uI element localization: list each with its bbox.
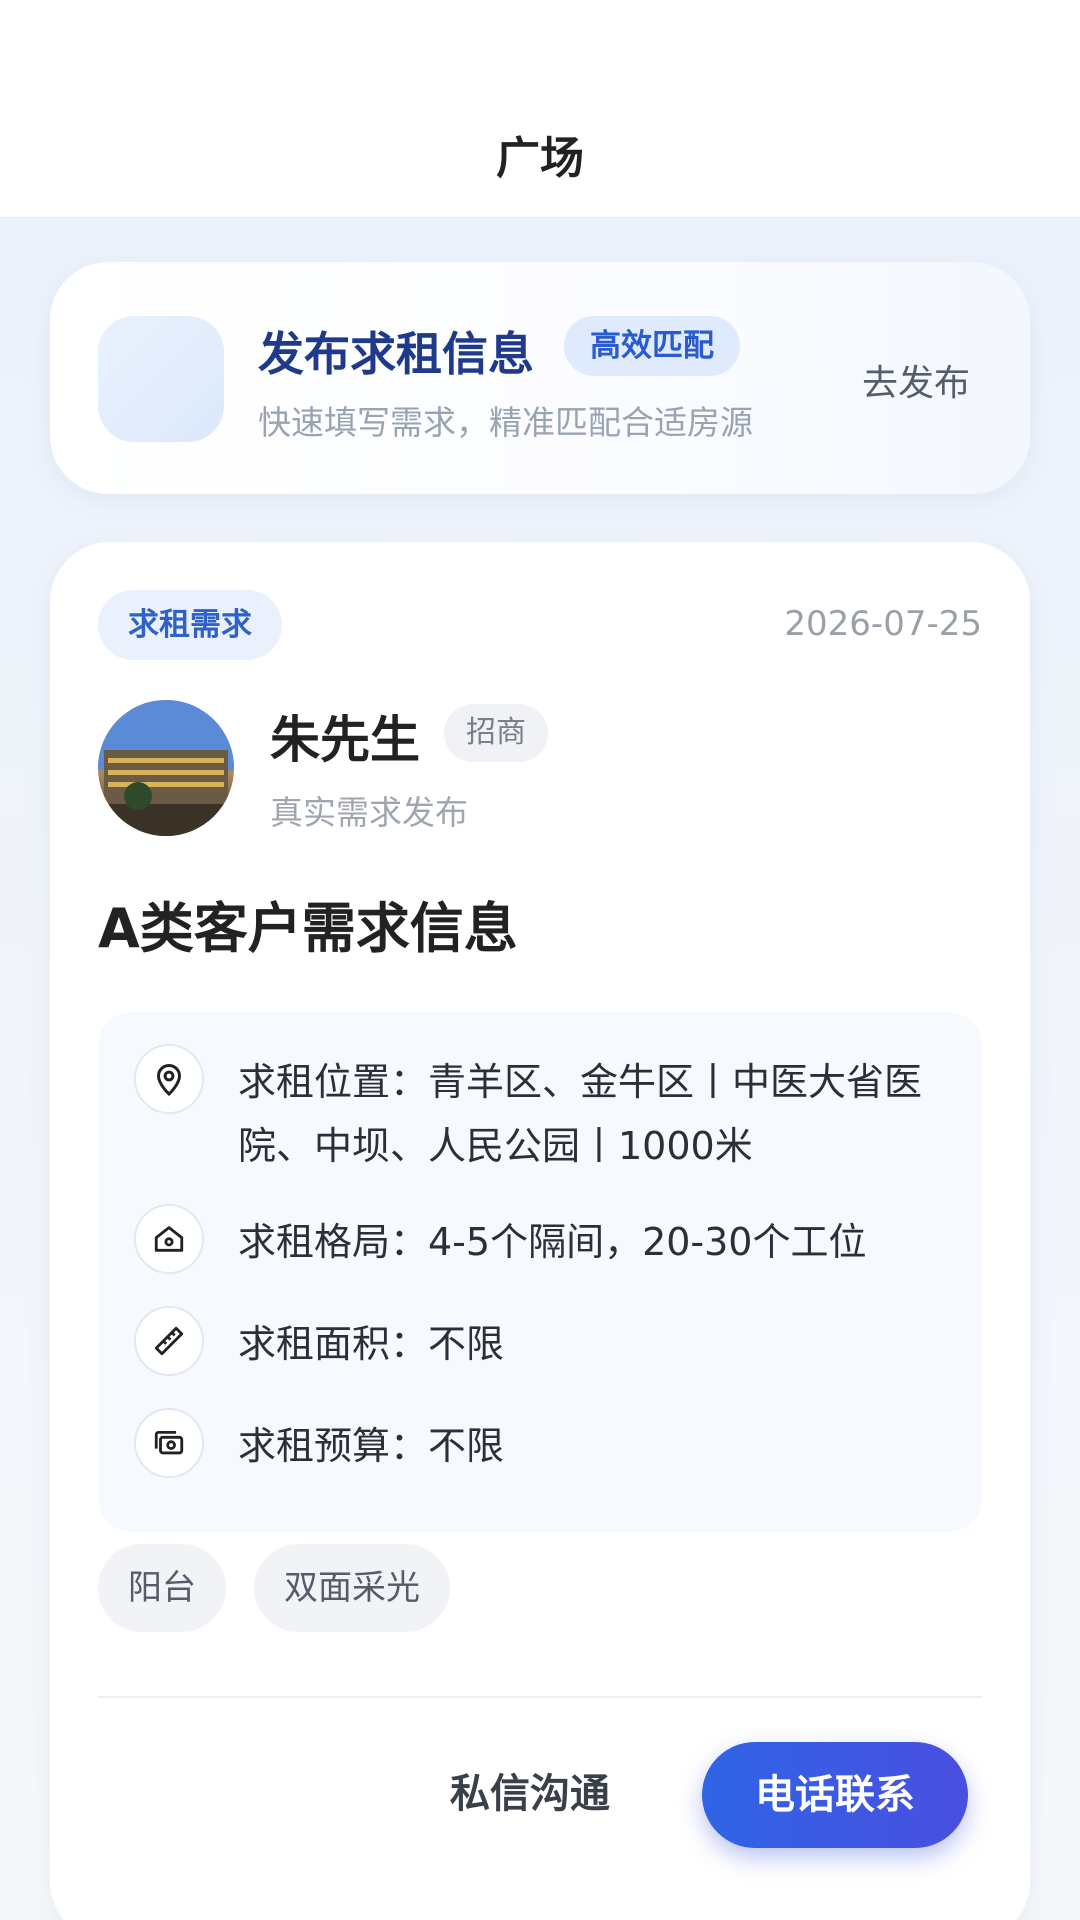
feature-chip: 双面采光 bbox=[254, 1544, 450, 1632]
home-icon bbox=[134, 1204, 204, 1274]
ruler-icon bbox=[134, 1306, 204, 1376]
avatar[interactable] bbox=[98, 700, 234, 836]
demand-tag: 求租需求 bbox=[98, 590, 282, 660]
location-pin-icon bbox=[134, 1044, 204, 1114]
demand-details: 求租位置：青羊区、金牛区丨中医大省医院、中坝、人民公园丨1000米 求租格局：4… bbox=[98, 1012, 982, 1532]
go-publish-button[interactable]: 去发布 bbox=[862, 354, 970, 406]
page: 广场 发布求租信息 高效匹配 快速填写需求，精准匹配合适房源 去发布 求租需求 … bbox=[0, 0, 1080, 1920]
user-subtitle: 真实需求发布 bbox=[270, 793, 468, 832]
post-date: 2026-07-25 bbox=[784, 604, 982, 644]
phone-call-button[interactable]: 电话联系 bbox=[702, 1742, 968, 1848]
user-role-badge: 招商 bbox=[444, 704, 548, 762]
publish-subtitle: 快速填写需求，精准匹配合适房源 bbox=[258, 403, 753, 442]
top-bar: 广场 bbox=[0, 0, 1080, 218]
publish-thumbnail bbox=[98, 316, 224, 442]
money-icon bbox=[134, 1408, 204, 1478]
demand-post-card[interactable]: 求租需求 2026-07-25 朱先生 招商 真实需求发布 A类客户需求信息 求… bbox=[50, 542, 1030, 1920]
detail-text: 求租面积：不限 bbox=[238, 1322, 505, 1366]
user-name: 朱先生 bbox=[270, 711, 420, 769]
divider bbox=[98, 1696, 982, 1698]
feature-chip: 阳台 bbox=[98, 1544, 226, 1632]
match-badge: 高效匹配 bbox=[564, 316, 740, 376]
detail-text: 求租位置：青羊区、金牛区丨中医大省医院、中坝、人民公园丨1000米 bbox=[238, 1060, 923, 1168]
detail-text: 求租预算：不限 bbox=[238, 1424, 505, 1468]
private-message-button[interactable]: 私信沟通 bbox=[410, 1742, 650, 1846]
publish-demand-card[interactable]: 发布求租信息 高效匹配 快速填写需求，精准匹配合适房源 去发布 bbox=[50, 262, 1030, 494]
detail-text: 求租格局：4-5个隔间，20-30个工位 bbox=[238, 1220, 867, 1264]
publish-title: 发布求租信息 bbox=[258, 327, 534, 381]
page-title: 广场 bbox=[496, 133, 584, 184]
post-title: A类客户需求信息 bbox=[98, 897, 518, 960]
